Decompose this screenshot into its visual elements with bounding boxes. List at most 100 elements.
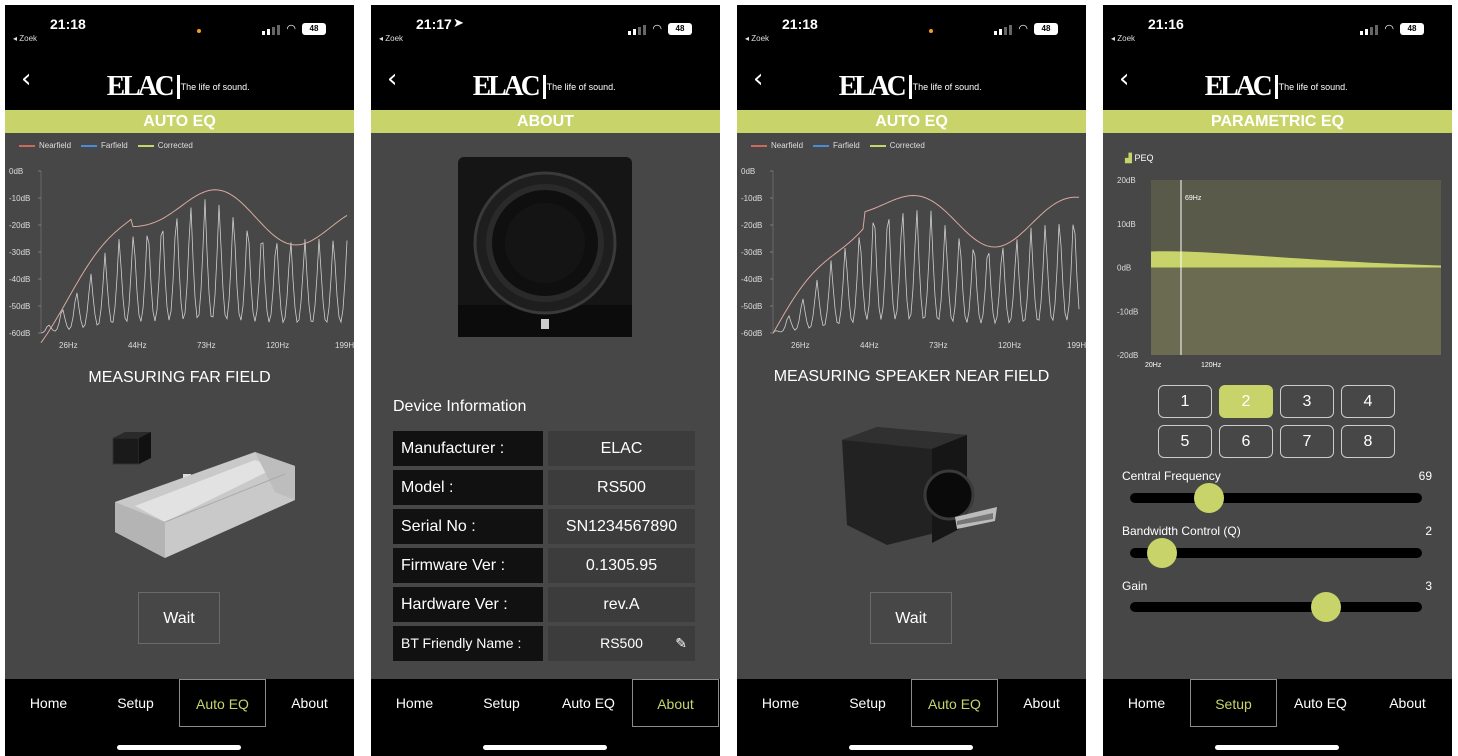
y-tick-label: -30dB xyxy=(741,248,762,257)
central-frequency-value: 69 xyxy=(1418,469,1432,483)
x-tick-label: 73Hz xyxy=(197,341,216,349)
wifi-icon: ◠ xyxy=(652,22,662,35)
app-header: ‹ ELAC The life of sound. xyxy=(1103,55,1452,110)
info-row-hardware: Hardware Ver : rev.A xyxy=(393,587,695,622)
section-title: AUTO EQ xyxy=(737,110,1086,133)
x-tick-label: 199Hz xyxy=(1067,341,1086,349)
tab-about[interactable]: About xyxy=(632,679,719,727)
tab-setup[interactable]: Setup xyxy=(1190,679,1277,727)
info-row-bt-name[interactable]: BT Friendly Name : RS500 ✎ xyxy=(393,626,695,661)
back-to-app-link[interactable]: ◂ Zoek xyxy=(745,34,769,43)
status-bar: 21:17 ➤ ◂ Zoek ◠ 48 xyxy=(371,5,720,55)
filter-button-4[interactable]: 4 xyxy=(1341,385,1395,418)
y-tick-label: -50dB xyxy=(741,302,762,311)
tab-home[interactable]: Home xyxy=(737,679,824,727)
tab-auto-eq[interactable]: Auto EQ xyxy=(1277,679,1364,727)
edit-pencil-icon[interactable]: ✎ xyxy=(675,626,687,661)
tab-home[interactable]: Home xyxy=(371,679,458,727)
slider-thumb[interactable] xyxy=(1310,592,1341,622)
section-title: ABOUT xyxy=(371,110,720,133)
legend-corrected: Corrected xyxy=(137,141,193,150)
elac-logo: ELAC The life of sound. xyxy=(838,70,982,102)
info-row-manufacturer: Manufacturer : ELAC xyxy=(393,431,695,466)
slider-thumb[interactable] xyxy=(1193,483,1224,513)
tab-auto-eq[interactable]: Auto EQ xyxy=(179,679,266,727)
parametric-eq-screen: 21:16 ◂ Zoek ◠ 48 ‹ ELAC The life of soun… xyxy=(1103,5,1452,756)
central-frequency-slider[interactable] xyxy=(1130,483,1422,513)
tab-home[interactable]: Home xyxy=(1103,679,1190,727)
tab-home[interactable]: Home xyxy=(5,679,92,727)
gain-value: 3 xyxy=(1425,579,1432,593)
filter-button-7[interactable]: 7 xyxy=(1280,425,1334,458)
x-tick-label: 199Hz xyxy=(335,341,354,349)
location-arrow-icon: ➤ xyxy=(453,15,464,30)
central-frequency-label: Central Frequency xyxy=(1122,469,1221,483)
x-tick-label: 120Hz xyxy=(1201,362,1222,369)
back-chevron-icon[interactable]: ‹ xyxy=(753,65,763,93)
filter-button-6[interactable]: 6 xyxy=(1219,425,1273,458)
section-title: AUTO EQ xyxy=(5,110,354,133)
tab-auto-eq[interactable]: Auto EQ xyxy=(911,679,998,727)
tab-about[interactable]: About xyxy=(1364,679,1451,727)
info-row-model: Model : RS500 xyxy=(393,470,695,505)
home-indicator xyxy=(117,745,241,750)
elac-logo: ELAC The life of sound. xyxy=(1204,70,1348,102)
filter-button-8[interactable]: 8 xyxy=(1341,425,1395,458)
back-to-app-link[interactable]: ◂ Zoek xyxy=(13,34,37,43)
bottom-tab-bar: Home Setup Auto EQ About xyxy=(371,679,720,756)
tab-auto-eq[interactable]: Auto EQ xyxy=(545,679,632,727)
tab-setup[interactable]: Setup xyxy=(824,679,911,727)
home-indicator xyxy=(849,745,973,750)
filter-button-2[interactable]: 2 xyxy=(1219,385,1273,418)
status-bar: 21:16 ◂ Zoek ◠ 48 xyxy=(1103,5,1452,55)
signal-icon xyxy=(1360,24,1379,35)
wait-button[interactable]: Wait xyxy=(138,592,220,644)
tab-about[interactable]: About xyxy=(266,679,353,727)
auto-eq-far-field-screen: 21:18 ◂ Zoek ◠ 48 ‹ ELAC The life of soun… xyxy=(5,5,354,756)
info-row-serial: Serial No : SN1234567890 xyxy=(393,509,695,544)
x-tick-label: 26Hz xyxy=(791,341,810,349)
signal-icon xyxy=(262,24,281,35)
battery-icon: 48 xyxy=(668,23,692,35)
status-bar: 21:18 ◂ Zoek ◠ 48 xyxy=(737,5,1086,55)
mic-indicator-icon xyxy=(929,29,933,33)
auto-eq-near-field-screen: 21:18 ◂ Zoek ◠ 48 ‹ ELAC The life of soun… xyxy=(737,5,1086,756)
y-tick-label: -20dB xyxy=(1117,351,1138,360)
home-indicator xyxy=(483,745,607,750)
back-chevron-icon[interactable]: ‹ xyxy=(21,65,31,93)
subwoofer-near-field-illustration xyxy=(842,427,997,545)
bandwidth-slider[interactable] xyxy=(1130,538,1422,568)
wifi-icon: ◠ xyxy=(1384,22,1394,35)
measurement-caption: MEASURING SPEAKER NEAR FIELD xyxy=(773,368,1050,385)
y-tick-label: -10dB xyxy=(9,194,30,203)
y-tick-label: -40dB xyxy=(9,275,30,284)
slider-thumb[interactable] xyxy=(1147,538,1178,568)
legend-farfield: Farfield xyxy=(81,141,128,150)
filter-button-1[interactable]: 1 xyxy=(1158,385,1212,418)
y-tick-label: 10dB xyxy=(1117,220,1136,229)
back-chevron-icon[interactable]: ‹ xyxy=(1119,65,1129,93)
peq-legend-swatch-icon: ▟ xyxy=(1125,153,1132,163)
bandwidth-value: 2 xyxy=(1425,524,1432,538)
y-tick-label: -10dB xyxy=(741,194,762,203)
back-chevron-icon[interactable]: ‹ xyxy=(387,65,397,93)
frequency-response-chart: 0dB -10dB -20dB -30dB -40dB -50dB -60dB 26Hz 44H… xyxy=(741,167,1086,349)
back-to-app-link[interactable]: ◂ Zoek xyxy=(1111,34,1135,43)
gain-slider[interactable] xyxy=(1130,592,1422,622)
back-to-app-link[interactable]: ◂ Zoek xyxy=(379,34,403,43)
elac-logo: ELAC The life of sound. xyxy=(472,70,616,102)
y-tick-label: -60dB xyxy=(9,329,30,338)
tab-setup[interactable]: Setup xyxy=(458,679,545,727)
tab-about[interactable]: About xyxy=(998,679,1085,727)
wait-button[interactable]: Wait xyxy=(870,592,952,644)
tab-setup[interactable]: Setup xyxy=(92,679,179,727)
bottom-tab-bar: Home Setup Auto EQ About xyxy=(737,679,1086,756)
status-time: 21:18 xyxy=(50,16,86,32)
y-tick-label: -50dB xyxy=(9,302,30,311)
x-tick-label: 20Hz xyxy=(1145,362,1162,369)
filter-button-3[interactable]: 3 xyxy=(1280,385,1334,418)
section-title: PARAMETRIC EQ xyxy=(1103,110,1452,133)
x-tick-label: 26Hz xyxy=(59,341,78,349)
filter-button-5[interactable]: 5 xyxy=(1158,425,1212,458)
legend-nearfield: Nearfield xyxy=(751,141,803,150)
